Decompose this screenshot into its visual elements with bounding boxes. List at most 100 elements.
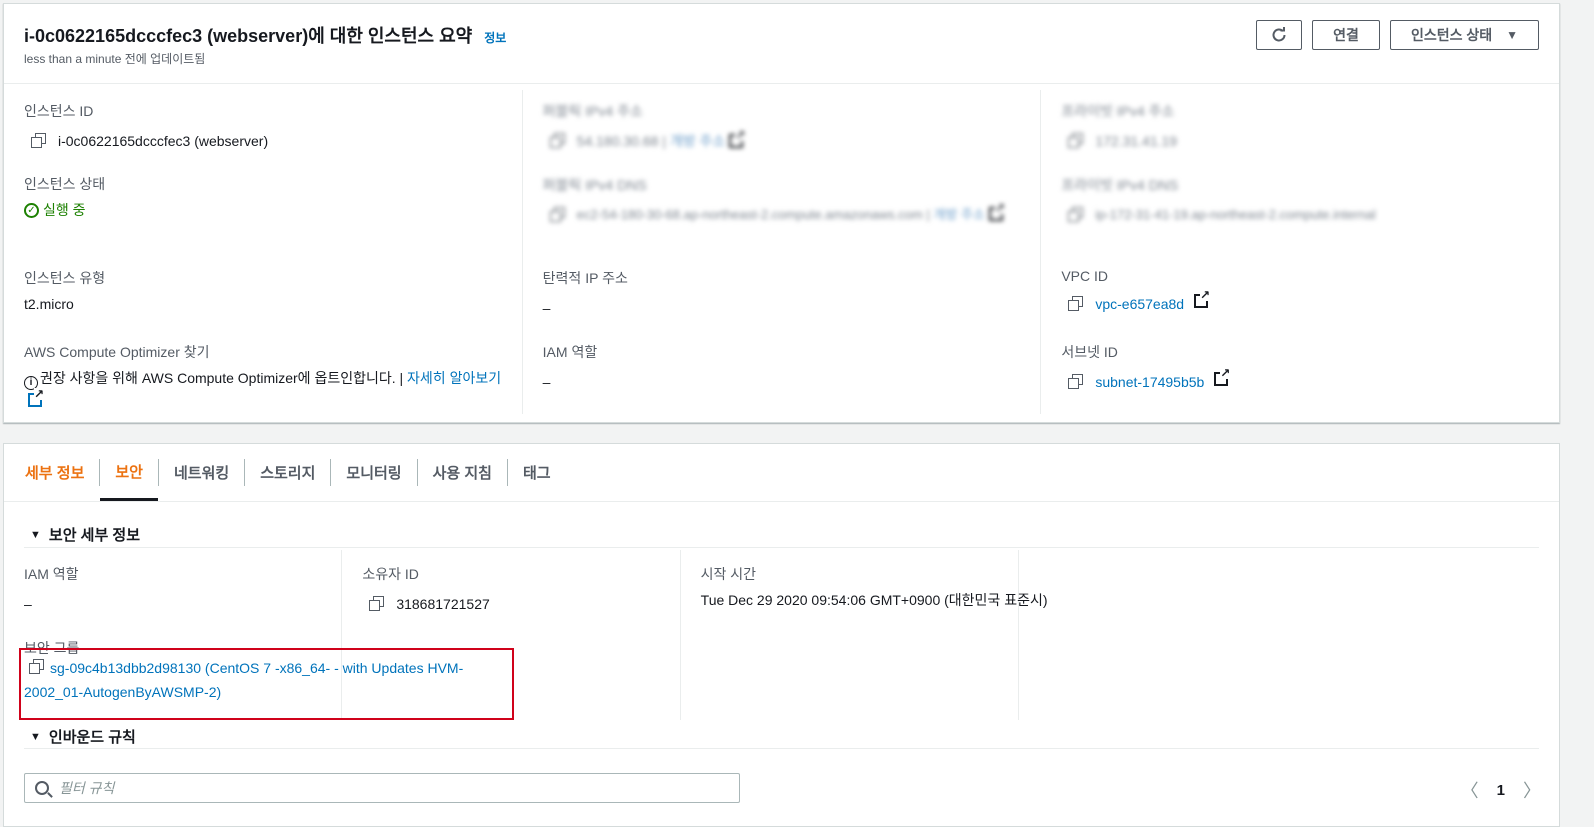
copy-icon[interactable] [1067,206,1085,224]
instance-state-label: 인스턴스 상태 [1410,27,1493,43]
caret-down-icon: ▼ [30,730,41,743]
instance-state-button[interactable]: 인스턴스 상태 ▼ [1389,20,1539,50]
elastic-ip-label: 탄력적 IP 주소 [542,270,628,286]
details-tabs-panel: 세부 정보 보안 네트워킹 스토리지 모니터링 사용 지침 태그 ▼ 보안 세부… [3,443,1560,827]
private-ipv4-label: 프라이빗 IPv4 주소 [1061,103,1175,119]
security-group-link[interactable]: sg-09c4b13dbb2d98130 (CentOS 7 -x86_64- … [24,660,463,700]
caret-down-icon: ▼ [1506,28,1518,42]
iam-role-value: – [542,374,551,390]
optimizer-field: AWS Compute Optimizer 찾기 i 권장 사항을 위해 AWS … [24,342,504,410]
instance-state-field: 인스턴스 상태 ✓ 실행 중 [24,174,504,220]
info-link[interactable]: 정보 [484,29,506,46]
elastic-ip-value: – [542,300,551,316]
public-dns-value: ec2-54-180-30-68.ap-northeast-2.compute.… [576,207,923,222]
optimizer-label: AWS Compute Optimizer 찾기 [24,344,210,360]
instance-state-label-text: 인스턴스 상태 [24,176,106,192]
iam-role-label: IAM 역할 [542,344,598,360]
page-number[interactable]: 1 [1497,782,1505,799]
security-group-value: sg-09c4b13dbb2d98130 (CentOS 7 -x86_64- … [24,656,494,704]
copy-icon[interactable] [368,595,386,613]
search-icon [35,781,49,795]
instance-id-label: 인스턴스 ID [24,103,94,119]
copy-icon[interactable] [1067,132,1085,150]
tab-storage[interactable]: 스토리지 [245,444,330,501]
filter-rules-box[interactable] [24,773,740,803]
security-column-3: 시작 시간 Tue Dec 29 2020 09:54:06 GMT+0900 … [681,550,1048,720]
refresh-icon [1272,27,1286,42]
security-details-toggle[interactable]: ▼ 보안 세부 정보 [30,524,140,545]
public-dns-field: 퍼블릭 IPv4 DNS ec2-54-180-30-68.ap-northea… [543,175,1023,225]
security-iam-role-label: IAM 역할 [24,566,79,582]
caret-down-icon: ▼ [30,528,41,541]
private-dns-field: 프라이빗 IPv4 DNS ip-172-31-41-19.ap-northea… [1061,175,1541,225]
instance-type-label: 인스턴스 유형 [24,270,106,286]
connect-label: 연결 [1333,27,1359,43]
copy-icon[interactable] [549,132,567,150]
instance-type-value: t2.micro [24,296,74,312]
tab-details[interactable]: 세부 정보 [10,444,99,501]
open-address-link[interactable]: 개방 주소 [933,207,984,222]
public-dns-label: 퍼블릭 IPv4 DNS [542,177,647,193]
elastic-ip-field: 탄력적 IP 주소 – [543,268,1023,318]
tab-usage-instructions[interactable]: 사용 지침 [418,444,507,501]
connect-button[interactable]: 연결 [1312,20,1380,50]
copy-icon[interactable] [1067,295,1085,313]
refresh-button[interactable] [1256,20,1303,50]
tab-networking[interactable]: 네트워킹 [159,444,244,501]
external-link-icon [28,388,44,407]
summary-column-1: 인스턴스 ID i-0c0622165dcccfec3 (webserver) … [4,90,523,414]
instance-state-value: 실행 중 [43,202,86,218]
subnet-id-label: 서브넷 ID [1061,344,1118,360]
security-iam-role-field: IAM 역할 – [24,564,323,614]
public-dns-sep: | [922,207,934,222]
private-ipv4-field: 프라이빗 IPv4 주소 172.31.41.19 [1061,101,1541,151]
security-iam-role-value: – [24,596,32,612]
tab-monitoring[interactable]: 모니터링 [331,444,416,501]
check-circle-icon: ✓ [24,202,39,218]
copy-icon[interactable] [30,132,48,150]
external-link-icon [729,129,746,148]
divider [24,547,1539,548]
owner-id-value: 318681721527 [396,596,490,612]
instance-summary-panel: i-0c0622165dcccfec3 (webserver)에 대한 인스턴스… [3,3,1560,423]
public-ipv4-label: 퍼블릭 IPv4 주소 [542,103,643,119]
owner-id-label: 소유자 ID [362,566,419,582]
copy-icon[interactable] [28,658,46,676]
instance-type-field: 인스턴스 유형 t2.micro [24,268,504,314]
divider [24,748,1539,749]
vpc-id-field: VPC ID vpc-e657ea8d [1061,268,1541,314]
summary-header: i-0c0622165dcccfec3 (webserver)에 대한 인스턴스… [4,4,1559,84]
optimizer-text: 권장 사항을 위해 AWS Compute Optimizer에 옵트인합니다.… [40,370,408,386]
iam-role-field: IAM 역할 – [543,342,1023,392]
private-dns-value: ip-172-31-41-19.ap-northeast-2.compute.i… [1095,207,1376,222]
tab-security[interactable]: 보안 [100,444,158,501]
public-ipv4-value: 54.180.30.68 [576,133,659,149]
instance-id-value: i-0c0622165dcccfec3 (webserver) [58,133,269,149]
public-ipv4-field: 퍼블릭 IPv4 주소 54.180.30.68 | 개방 주소 [543,101,1023,151]
subnet-id-link[interactable]: subnet-17495b5b [1095,372,1204,392]
chevron-right-icon[interactable]: 〉 [1523,777,1541,803]
vpc-id-link[interactable]: vpc-e657ea8d [1095,294,1184,314]
filter-rules-input[interactable] [59,780,699,796]
tab-tags[interactable]: 태그 [508,444,566,501]
public-ipv4-sep: | [658,133,670,149]
launch-time-label: 시작 시간 [700,566,757,582]
private-dns-label: 프라이빗 IPv4 DNS [1061,177,1179,193]
copy-icon[interactable] [1067,373,1085,391]
external-link-icon [1214,367,1231,386]
pagination: 〈 1 〉 [1461,777,1541,803]
open-address-link[interactable]: 개방 주소 [670,133,725,149]
owner-id-field: 소유자 ID 318681721527 [362,564,661,614]
external-link-icon [988,202,1005,221]
inbound-rules-title: 인바운드 규칙 [48,729,136,746]
last-updated-text: less than a minute 전에 업데이트됨 [24,52,206,66]
learn-more-link[interactable]: 자세히 알아보기 [407,370,501,386]
external-link-icon [1194,289,1211,308]
chevron-left-icon[interactable]: 〈 [1461,777,1479,803]
copy-icon[interactable] [549,206,567,224]
inbound-rules-toggle[interactable]: ▼ 인바운드 규칙 [30,726,136,747]
security-details-title: 보안 세부 정보 [48,527,141,544]
summary-column-2: 퍼블릭 IPv4 주소 54.180.30.68 | 개방 주소 퍼블릭 IPv… [523,90,1042,414]
vpc-id-label: VPC ID [1061,268,1109,284]
launch-time-value: Tue Dec 29 2020 09:54:06 GMT+0900 (대한민국 … [700,592,1048,608]
